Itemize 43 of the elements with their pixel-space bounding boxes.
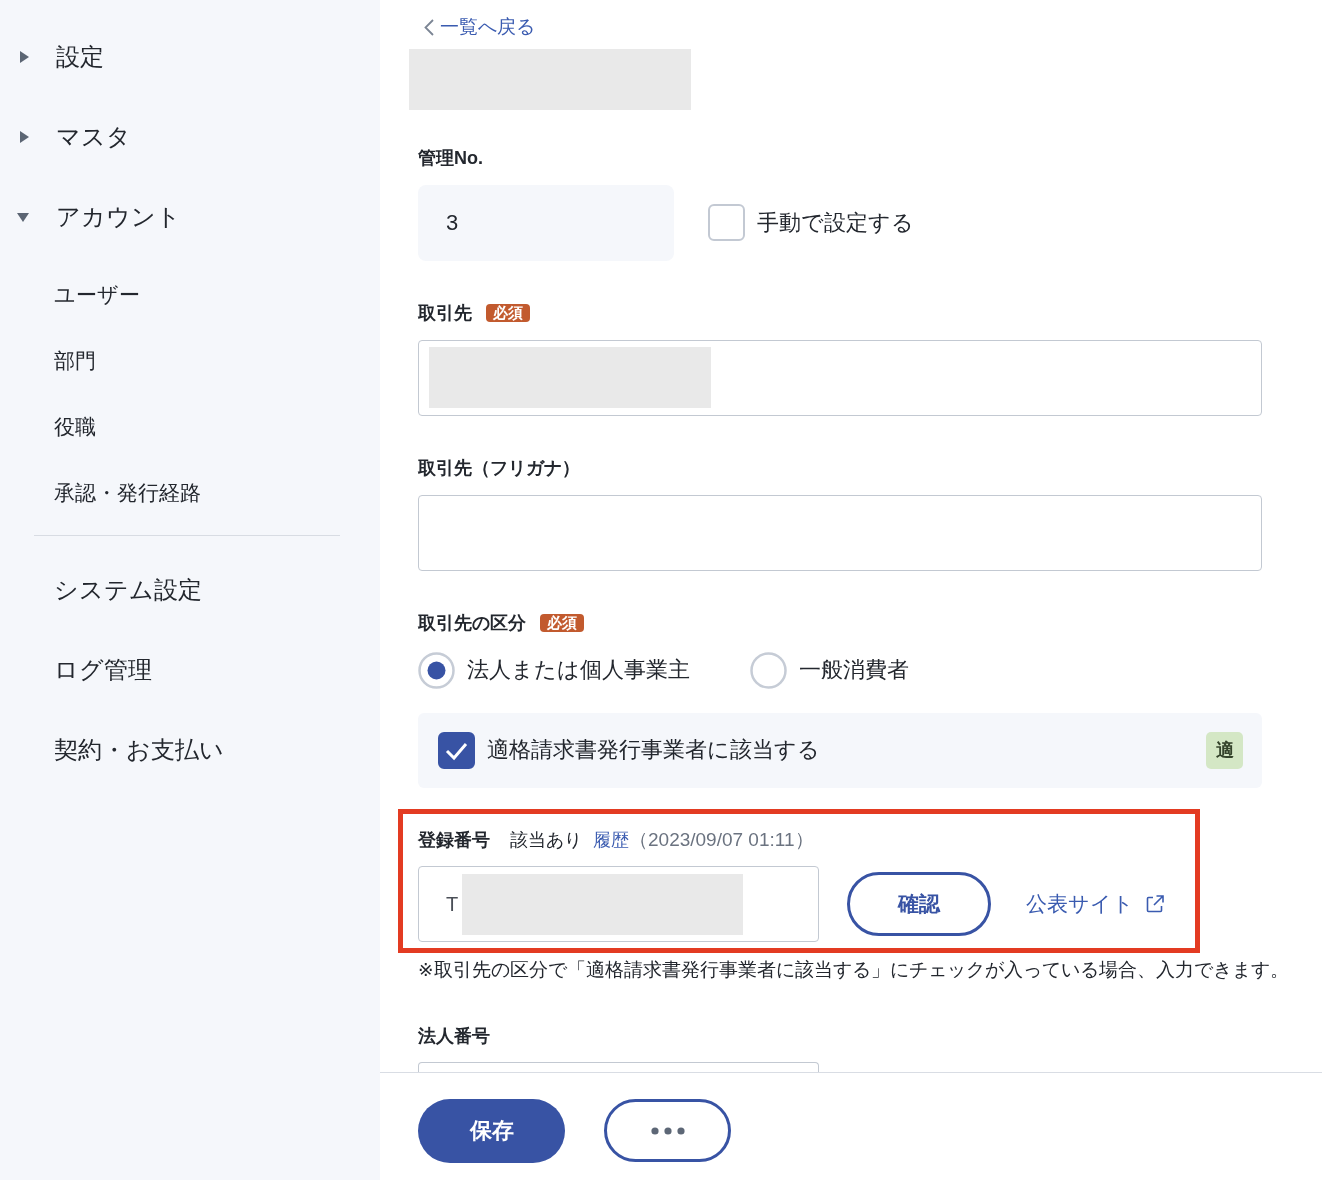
- required-badge: 必須: [540, 613, 584, 632]
- status-text: 該当あり: [510, 828, 582, 852]
- checkbox[interactable]: [438, 731, 475, 769]
- field-label: 取引先の区分: [418, 611, 526, 635]
- input-field[interactable]: [418, 339, 1262, 416]
- history-link[interactable]: 履歴: [593, 827, 629, 852]
- sidebar-subitem[interactable]: ユーザー: [54, 281, 140, 309]
- sidebar-subitem[interactable]: 役職: [54, 413, 96, 441]
- sidebar-item[interactable]: アカウント: [0, 201, 181, 233]
- field-label: 取引先（フリガナ）: [418, 456, 580, 480]
- ellipsis-icon: [650, 1126, 685, 1135]
- field-label: 法人番号: [418, 1024, 490, 1048]
- input-field[interactable]: [418, 1061, 819, 1072]
- sidebar-subitem[interactable]: 部門: [54, 347, 96, 375]
- radio-label[interactable]: 法人または個人事業主: [467, 655, 690, 685]
- sidebar-item[interactable]: ログ管理: [54, 654, 152, 686]
- sidebar-item[interactable]: マスタ: [0, 121, 131, 153]
- radio-label[interactable]: 一般消費者: [799, 655, 909, 685]
- sidebar-subitem[interactable]: 承認・発行経路: [54, 479, 201, 507]
- save-button[interactable]: 保存: [418, 1099, 565, 1163]
- chevron-left-icon: [424, 18, 434, 36]
- sidebar-item[interactable]: 契約・お支払い: [54, 734, 224, 766]
- checkbox-label[interactable]: 手動で設定する: [757, 207, 914, 238]
- sidebar-item[interactable]: システム設定: [54, 574, 202, 606]
- checkbox-label[interactable]: 適格請求書発行事業者に該当する: [487, 735, 820, 765]
- confirm-button[interactable]: 確認: [847, 871, 991, 936]
- field-label: 管理No.: [418, 146, 483, 170]
- sidebar-item[interactable]: 設定: [0, 41, 104, 73]
- external-link-icon: [1146, 894, 1164, 913]
- back-link[interactable]: 一覧へ戻る: [424, 16, 535, 38]
- field-label: 登録番号: [418, 828, 490, 852]
- radio-button[interactable]: [750, 651, 787, 689]
- public-site-link[interactable]: 公表サイト: [1026, 889, 1164, 918]
- number-field[interactable]: 3: [418, 184, 674, 261]
- radio-button[interactable]: [418, 651, 455, 689]
- input-field[interactable]: T: [418, 865, 819, 942]
- prefix-text: T: [446, 891, 459, 917]
- history-date: （2023/09/07 01:11）: [629, 827, 814, 852]
- input-field[interactable]: [418, 494, 1262, 571]
- qualified-tag: 適: [1206, 731, 1243, 769]
- help-text: ※取引先の区分で「適格請求書発行事業者に該当する」にチェックが入っている場合、入力できます。: [418, 957, 1289, 982]
- field-label: 取引先: [418, 301, 472, 325]
- required-badge: 必須: [486, 303, 530, 322]
